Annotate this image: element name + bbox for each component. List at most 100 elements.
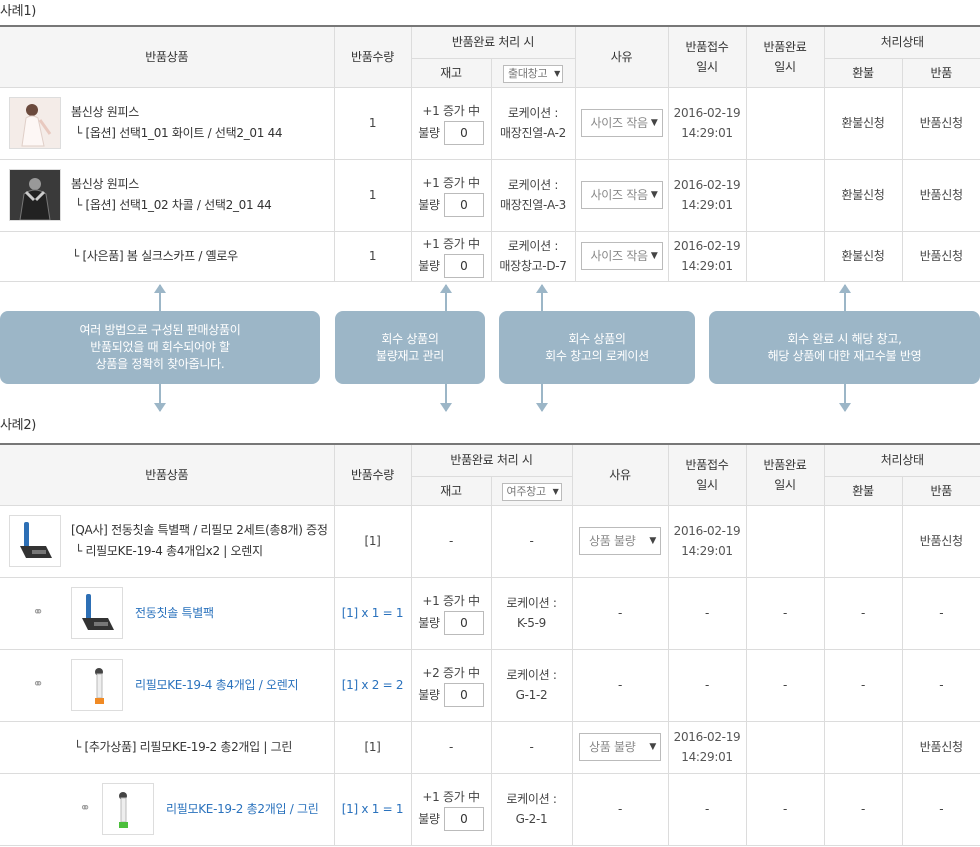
completed-time-cell bbox=[745, 86, 825, 160]
return-status: - bbox=[901, 576, 980, 650]
received-date: 2016-02-19 bbox=[673, 730, 741, 744]
return-status: 반품신청 bbox=[901, 504, 980, 578]
defect-label: 불량 bbox=[418, 616, 440, 630]
stock-increase: +1 증가 中 bbox=[422, 790, 480, 804]
received-cell: - bbox=[667, 576, 747, 650]
table-row: └ [추가상품] 리필모KE-19-2 총2개입 | 그린 [1] - - 상품… bbox=[0, 720, 980, 774]
refund-status: 환불신청 bbox=[823, 230, 903, 282]
location-cell: - bbox=[490, 720, 573, 774]
header-warehouse: 여주창고 ▼ bbox=[490, 475, 573, 506]
reason-select[interactable]: 사이즈 작음 ▼ bbox=[580, 109, 663, 137]
table-row: └ [사은품] 봄 실크스카프 / 옐로우 1 +1 증가 中 불량 0 로케이션… bbox=[0, 230, 980, 282]
qty-cell: 1 bbox=[333, 230, 412, 282]
defect-qty-input[interactable]: 0 bbox=[443, 121, 484, 145]
defect-qty-input[interactable]: 0 bbox=[443, 683, 484, 707]
reason-select[interactable]: 상품 불량 ▼ bbox=[579, 527, 661, 555]
completed-time-cell bbox=[745, 720, 825, 774]
received-cell: - bbox=[667, 772, 747, 846]
table-row: ⚭ 리필모KE-19-4 총4개입 / 오렌지 [1] x 2 = 2 +2 증… bbox=[0, 648, 980, 722]
warehouse-select[interactable]: 출대창고 ▼ bbox=[503, 64, 563, 83]
example2-label: 사례2) bbox=[0, 418, 37, 433]
defect-label: 불량 bbox=[418, 259, 440, 273]
callout-defect-stock: 회수 상품의 불량재고 관리 bbox=[335, 311, 485, 384]
completed-time-cell bbox=[745, 230, 825, 282]
stock-increase: +1 증가 中 bbox=[422, 104, 480, 118]
reason-cell: - bbox=[571, 576, 669, 650]
defect-qty-input[interactable]: 0 bbox=[443, 254, 484, 278]
link-icon: ⚭ bbox=[79, 801, 91, 816]
product-option: └ [옵션] 선택1_02 차콜 / 선택2_01 44 bbox=[75, 198, 272, 212]
link-icon: ⚭ bbox=[32, 677, 44, 692]
callout-location: 회수 상품의 회수 창고의 로케이션 bbox=[499, 311, 695, 384]
warehouse-select[interactable]: 여주창고 ▼ bbox=[501, 482, 562, 501]
completed-time-cell bbox=[745, 504, 825, 578]
return-status: 반품신청 bbox=[901, 720, 980, 774]
location-label: 로케이션 : bbox=[507, 178, 559, 192]
received-date: 2016-02-19 bbox=[673, 106, 741, 120]
dropdown-icon: ▼ bbox=[552, 486, 559, 496]
reason-select[interactable]: 사이즈 작음 ▼ bbox=[580, 181, 663, 209]
return-table-2: 반품상품 반품수량 반품완료 처리 시 사유 반품접수 일시 반품완료 일시 처… bbox=[0, 443, 980, 846]
stock-increase: +2 증가 中 bbox=[422, 666, 480, 680]
return-table-1: 반품상품 반품수량 반품완료 처리 시 사유 반품접수 일시 반품완료 일시 처… bbox=[0, 25, 980, 282]
header-received-time: 반품접수 일시 bbox=[667, 25, 747, 88]
defect-label: 불량 bbox=[418, 688, 440, 702]
location-value: 매장창고-D-7 bbox=[499, 259, 567, 273]
location-value: 매장진열-A-3 bbox=[499, 198, 566, 212]
toothbrush-photo-icon bbox=[9, 515, 61, 567]
defect-qty-input[interactable]: 0 bbox=[443, 611, 484, 635]
dress-photo-icon bbox=[9, 97, 61, 149]
return-status: - bbox=[901, 772, 980, 846]
location-label: 로케이션 : bbox=[506, 792, 557, 806]
location-value: K-5-9 bbox=[516, 616, 547, 630]
header-qty: 반품수량 bbox=[333, 443, 412, 506]
stock-cell: - bbox=[410, 504, 492, 578]
link-icon: ⚭ bbox=[32, 605, 44, 620]
header-stock: 재고 bbox=[411, 475, 492, 506]
defect-qty-input[interactable]: 0 bbox=[443, 807, 484, 831]
header-completed-time: 반품완료 일시 bbox=[745, 25, 825, 88]
location-cell: - bbox=[490, 504, 573, 578]
received-time: 14:29:01 bbox=[681, 544, 733, 558]
received-cell: - bbox=[667, 648, 747, 722]
location-label: 로케이션 : bbox=[506, 596, 557, 610]
refund-status: 환불신청 bbox=[823, 158, 903, 232]
refund-status bbox=[823, 720, 903, 774]
qty-cell: [1] bbox=[333, 720, 412, 774]
dropdown-icon: ▼ bbox=[554, 68, 560, 78]
header-product: 반품상품 bbox=[0, 25, 335, 88]
refill-brush-photo-icon bbox=[71, 659, 123, 711]
reason-select[interactable]: 상품 불량 ▼ bbox=[579, 733, 661, 761]
table-row: 봄신상 원피스 └ [옵션] 선택1_02 차콜 / 선택2_01 44 1 +… bbox=[0, 158, 980, 232]
callout-inventory: 회수 완료 시 해당 창고, 해당 상품에 대한 재고수불 반영 bbox=[709, 311, 980, 384]
qty-formula: [1] x 1 = 1 bbox=[333, 576, 412, 650]
header-return: 반품 bbox=[901, 57, 980, 88]
product-name: 봄신상 원피스 bbox=[71, 177, 139, 191]
location-value: G-2-1 bbox=[515, 812, 548, 826]
example1-label: 사례1) bbox=[0, 4, 37, 19]
component-product-link[interactable]: 리필모KE-19-4 총4개입 / 오렌지 bbox=[135, 675, 299, 695]
location-label: 로케이션 : bbox=[507, 239, 559, 253]
component-product-link[interactable]: 리필모KE-19-2 총2개입 / 그린 bbox=[166, 799, 319, 819]
component-product-link[interactable]: 전동칫솔 특별팩 bbox=[135, 603, 214, 623]
product-option: └ [옵션] 선택1_01 화이트 / 선택2_01 44 bbox=[75, 126, 283, 140]
refund-status: - bbox=[823, 772, 903, 846]
location-value: 매장진열-A-2 bbox=[499, 126, 566, 140]
return-status: 반품신청 bbox=[901, 158, 980, 232]
reason-select[interactable]: 사이즈 작음 ▼ bbox=[580, 242, 663, 270]
header-refund: 환불 bbox=[823, 475, 903, 506]
stock-increase: +1 증가 中 bbox=[422, 176, 480, 190]
completed-time-cell: - bbox=[745, 648, 825, 722]
header-status: 처리상태 bbox=[823, 25, 980, 59]
completed-time-cell: - bbox=[745, 772, 825, 846]
dress-photo-icon bbox=[9, 169, 61, 221]
header-reason: 사유 bbox=[574, 25, 669, 88]
dropdown-icon: ▼ bbox=[650, 251, 658, 261]
defect-qty-input[interactable]: 0 bbox=[443, 193, 484, 217]
received-time: 14:29:01 bbox=[681, 259, 733, 273]
gift-product-name: └ [사은품] 봄 실크스카프 / 옐로우 bbox=[0, 230, 335, 282]
stock-increase: +1 증가 中 bbox=[422, 237, 480, 251]
defect-label: 불량 bbox=[418, 126, 440, 140]
location-label: 로케이션 : bbox=[507, 106, 559, 120]
qty-cell: [1] bbox=[333, 504, 412, 578]
